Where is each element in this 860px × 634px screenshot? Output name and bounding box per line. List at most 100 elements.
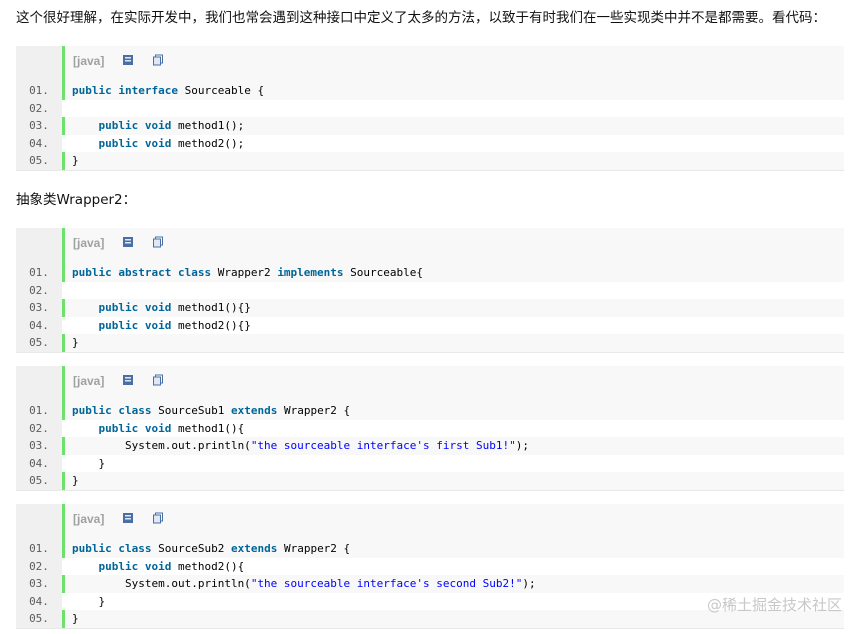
code-token: System.out.println( [72,577,251,590]
line-number: 03. [16,437,62,455]
code-text: System.out.println("the sourceable inter… [72,575,536,593]
code-line: 03. public void method1(){} [16,299,844,317]
code-token: Sourceable{ [343,266,424,279]
code-token: SourceSub1 [151,404,231,417]
code-token: } [72,154,79,167]
keyword-token: implements [277,266,344,279]
code-token: method2(){} [171,318,251,332]
line-number: 01. [16,540,62,558]
code-text: public abstract class Wrapper2 implement… [72,264,423,282]
keyword-token: public class [72,404,152,417]
code-text: public class SourceSub1 extends Wrapper2… [72,402,350,420]
code-text: public void method2(){ [72,558,245,576]
line-number: 04. [16,316,62,334]
code-line: 05.} [16,152,844,170]
line-number: 01. [16,82,62,100]
code-text: System.out.println("the sourceable inter… [72,437,529,455]
keyword-token: public void [98,136,172,150]
line-number: 04. [16,134,62,152]
keyword-token: public interface [72,84,178,97]
code-token: } [72,612,79,625]
line-number: 02. [16,99,62,117]
code-line: 02. public void method2(){ [16,557,844,576]
string-token: "the sourceable interface's first Sub1!" [250,439,516,452]
language-label[interactable]: [java] [73,512,104,526]
line-number: 05. [16,334,62,352]
copy-code-icon[interactable] [152,236,164,248]
line-number: 01. [16,264,62,282]
keyword-token: public void [98,119,172,132]
code-text: public void method1(){} [72,299,251,317]
code-token: } [72,456,106,470]
code-token: Sourceable { [177,84,265,97]
code-text: public class SourceSub2 extends Wrapper2… [72,540,350,558]
code-token: Wrapper2 { [277,542,351,555]
code-line: 02. [16,281,844,299]
code-text: public interface Sourceable { [72,82,264,100]
code-text: } [72,593,105,611]
copy-code-icon[interactable] [152,512,164,524]
view-plain-icon[interactable] [122,374,134,386]
wrapper-heading: 抽象类Wrapper2： [16,192,137,208]
code-text: public void method2(){} [72,317,251,335]
code-line: 02. [16,99,844,117]
view-plain-icon[interactable] [122,512,134,524]
code-line: 03. public void method1(); [16,117,844,135]
line-number: 02. [16,419,62,437]
keyword-token: extends [230,542,278,555]
copy-code-icon[interactable] [152,54,164,66]
code-line: 04. } [16,454,844,473]
code-token: } [72,474,79,487]
language-label[interactable]: [java] [73,54,104,68]
copy-code-icon[interactable] [152,374,164,386]
line-number: 01. [16,402,62,420]
code-text: public void method1(){ [72,420,245,438]
code-line: 02. public void method1(){ [16,419,844,438]
line-number: 05. [16,472,62,490]
code-token: SourceSub2 [151,542,231,555]
view-plain-icon[interactable] [122,236,134,248]
code-toolbar: [java] [16,504,844,534]
language-label[interactable]: [java] [73,374,104,388]
code-text: } [72,472,79,490]
code-token: Wrapper2 { [277,404,351,417]
keyword-token: public class [72,542,152,555]
code-line: 03. System.out.println("the sourceable i… [16,575,844,593]
line-number: 03. [16,299,62,317]
line-number: 04. [16,592,62,610]
line-number: 02. [16,281,62,299]
keyword-token: public void [98,301,172,314]
code-line: 04. public void method2(){} [16,316,844,335]
code-text: } [72,334,79,352]
language-label[interactable]: [java] [73,236,104,250]
code-toolbar: [java] [16,228,844,258]
code-text: } [72,455,105,473]
keyword-token: public void [98,318,172,332]
code-token: method2(); [171,136,245,150]
code-line: 03. System.out.println("the sourceable i… [16,437,844,455]
code-token: ); [522,577,536,590]
keyword-token: public abstract class [72,266,212,279]
code-toolbar: [java] [16,46,844,76]
code-token: method1(){} [171,301,251,314]
code-token: ); [515,439,529,452]
code-block-sourceable: [java] 01. public interface Sourceable { 02… [16,46,844,171]
code-text: public void method1(); [72,117,245,135]
line-number: 05. [16,152,62,170]
view-plain-icon[interactable] [122,54,134,66]
keyword-token: public void [98,421,172,435]
code-token: method1(){ [171,421,245,435]
keyword-token: extends [230,404,278,417]
code-token: method1(); [171,119,245,132]
string-token: "the sourceable interface's second Sub2!… [250,577,523,590]
line-number: 05. [16,610,62,628]
code-line: 01. public class SourceSub1 extends Wrapp… [16,402,844,420]
code-token: } [72,336,79,349]
code-token: } [72,594,106,608]
